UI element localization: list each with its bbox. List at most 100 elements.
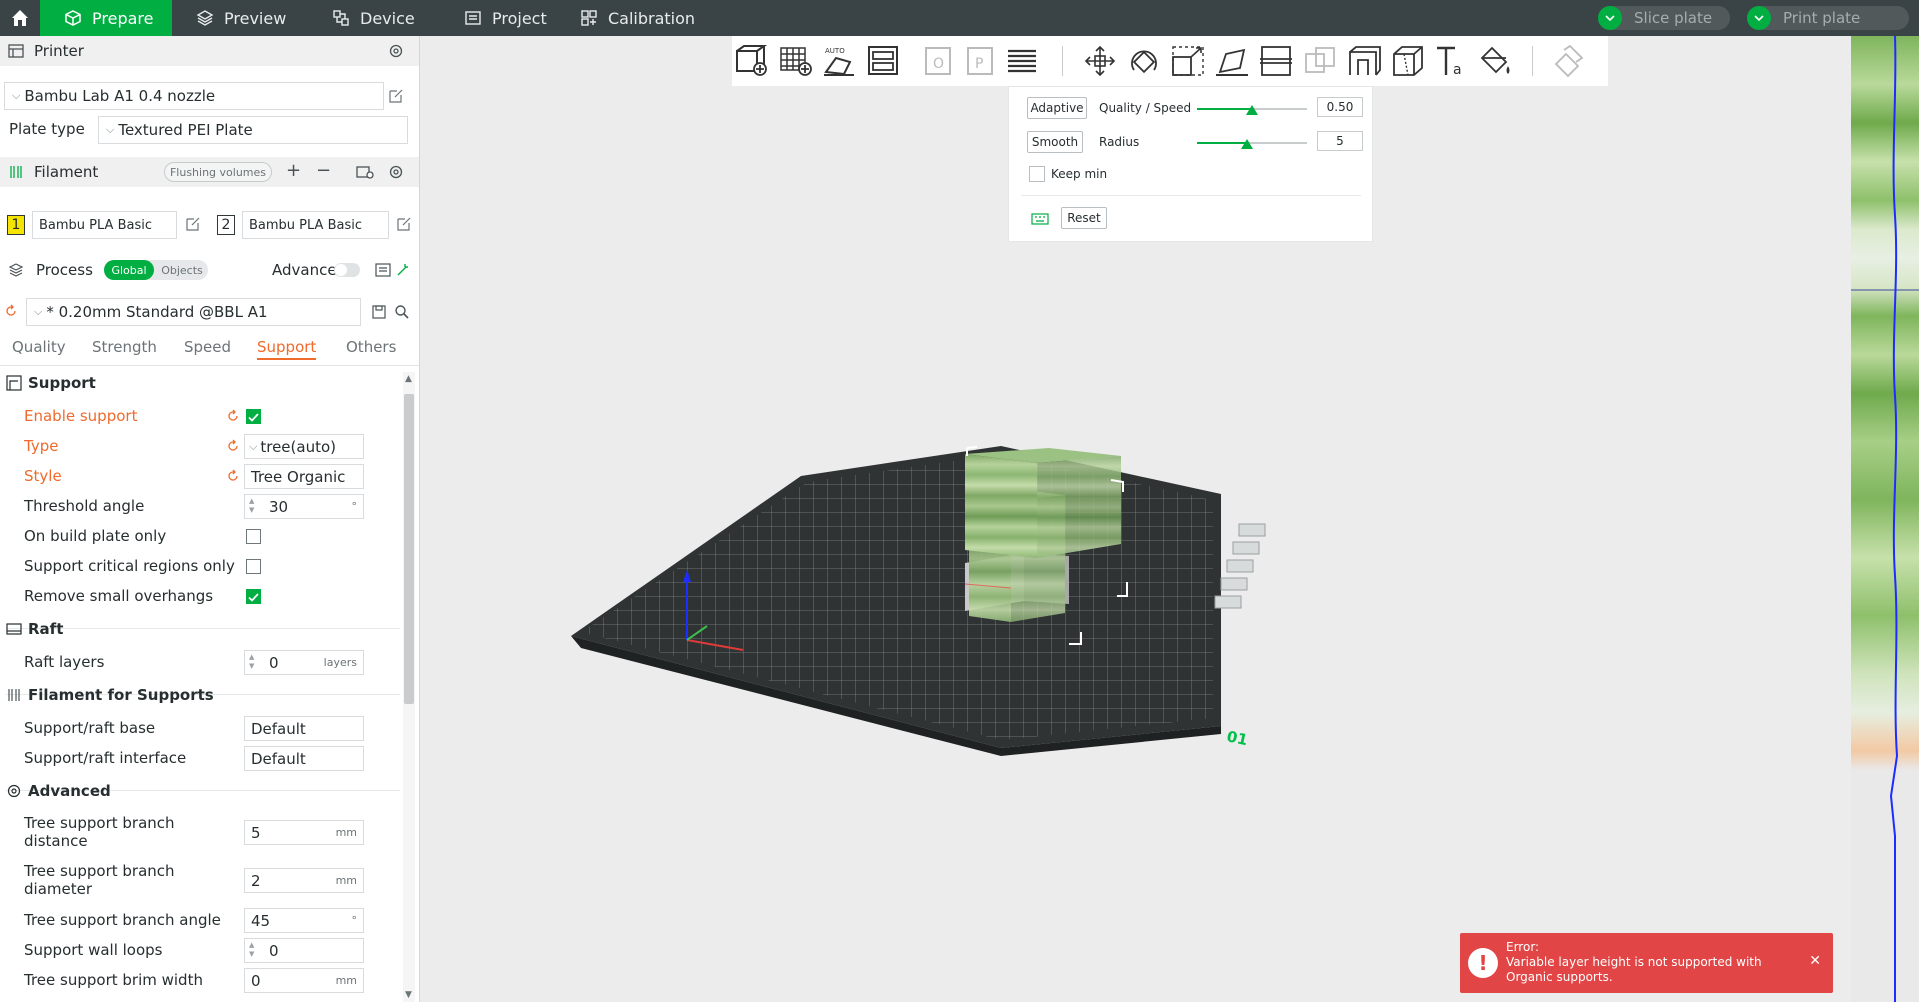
spinner-icon[interactable]: ▲ ▼ xyxy=(249,653,254,671)
support-style-select[interactable]: Tree Organic xyxy=(244,464,364,489)
lay-on-face-icon[interactable] xyxy=(1214,44,1250,78)
reset-icon[interactable] xyxy=(4,304,18,318)
cut-icon[interactable] xyxy=(1258,44,1294,78)
tab-device[interactable]: Device xyxy=(308,0,440,36)
save-icon[interactable] xyxy=(372,305,386,319)
plate-side-icons[interactable] xyxy=(1214,523,1266,609)
spinner-icon[interactable]: ▲ ▼ xyxy=(249,941,254,959)
chevron-down-icon[interactable] xyxy=(1598,6,1622,30)
tab-preview[interactable]: Preview xyxy=(172,0,304,36)
critical-regions-checkbox[interactable] xyxy=(246,559,261,574)
slider-knob[interactable] xyxy=(1241,139,1253,149)
filament-icon xyxy=(10,166,22,178)
tab-others[interactable]: Others xyxy=(346,338,396,356)
reset-icon[interactable] xyxy=(226,409,240,423)
support-wall-loops-input[interactable]: ▲ ▼ 0 xyxy=(244,938,364,963)
gear-icon[interactable] xyxy=(388,164,404,180)
remove-small-overhangs-checkbox[interactable] xyxy=(246,589,261,604)
filament-2-name: Bambu PLA Basic xyxy=(249,217,362,233)
variable-layer-height-icon[interactable] xyxy=(1004,44,1040,78)
slider-knob[interactable] xyxy=(1246,105,1258,115)
print-plate-button[interactable]: Print plate xyxy=(1747,6,1909,30)
filament-section-header: Filament Flushing volumes + − xyxy=(0,157,419,187)
gear-icon[interactable] xyxy=(388,43,404,59)
search-icon[interactable] xyxy=(394,304,410,320)
smooth-button[interactable]: Smooth xyxy=(1027,131,1083,153)
threshold-angle-label: Threshold angle xyxy=(24,497,145,515)
layer-height-profile[interactable] xyxy=(1851,36,1919,1002)
scroll-down-icon[interactable]: ▼ xyxy=(405,990,412,1000)
tab-support[interactable]: Support xyxy=(257,338,317,360)
reset-icon[interactable] xyxy=(226,439,240,453)
tab-speed[interactable]: Speed xyxy=(184,338,231,356)
edit-icon[interactable] xyxy=(396,216,412,232)
tab-strength[interactable]: Strength xyxy=(92,338,157,356)
flushing-volumes-button[interactable]: Flushing volumes xyxy=(164,162,272,182)
enable-support-checkbox[interactable] xyxy=(246,409,261,424)
filament-2-select[interactable]: Bambu PLA Basic xyxy=(242,211,389,239)
keep-min-checkbox[interactable] xyxy=(1029,166,1045,182)
reset-button[interactable]: Reset xyxy=(1061,207,1107,229)
slice-plate-button[interactable]: Slice plate xyxy=(1598,6,1730,30)
raft-layers-input[interactable]: ▲ ▼ 0 layers xyxy=(244,650,364,675)
quality-speed-slider[interactable] xyxy=(1197,105,1307,115)
global-objects-toggle[interactable]: Global Objects xyxy=(104,260,208,280)
layers-icon xyxy=(196,10,214,26)
auto-orient-icon[interactable]: AUTO xyxy=(822,44,858,78)
compare-icon[interactable] xyxy=(375,263,391,277)
edit-icon[interactable] xyxy=(185,216,201,232)
keyboard-icon[interactable] xyxy=(1031,213,1049,225)
branch-angle-input[interactable]: 45 ° xyxy=(244,908,364,933)
radius-slider[interactable] xyxy=(1197,139,1307,149)
support-raft-interface-select[interactable]: Default xyxy=(244,746,364,771)
home-button[interactable] xyxy=(0,0,40,36)
arrange-icon[interactable] xyxy=(866,44,902,78)
toggle-objects[interactable]: Objects xyxy=(156,260,208,280)
tab-prepare[interactable]: Prepare xyxy=(40,0,172,36)
seam-painting-icon[interactable] xyxy=(1390,44,1426,78)
edit-icon[interactable] xyxy=(388,88,404,104)
scroll-up-icon[interactable]: ▲ xyxy=(405,374,412,384)
scrollbar-thumb[interactable] xyxy=(404,394,414,704)
printer-select[interactable]: ⌵ Bambu Lab A1 0.4 nozzle xyxy=(4,82,384,110)
rotate-icon[interactable] xyxy=(1126,44,1162,78)
scale-icon[interactable] xyxy=(1170,44,1206,78)
brim-width-input[interactable]: 0 mm xyxy=(244,968,364,993)
color-painting-icon[interactable] xyxy=(1478,44,1514,78)
settings-scrollbar[interactable]: ▲ ▼ xyxy=(403,372,415,1002)
tab-calibration[interactable]: Calibration xyxy=(556,0,716,36)
advance-switch[interactable] xyxy=(334,263,360,277)
tab-project[interactable]: Project xyxy=(440,0,570,36)
spinner-icon[interactable]: ▲ ▼ xyxy=(249,497,254,515)
radius-input[interactable]: 5 xyxy=(1317,131,1363,151)
chevron-down-icon[interactable] xyxy=(1747,6,1771,30)
adaptive-button[interactable]: Adaptive xyxy=(1027,97,1087,119)
remove-icon[interactable]: − xyxy=(316,160,331,181)
branch-diameter-input[interactable]: 2 mm xyxy=(244,868,364,893)
add-object-icon[interactable] xyxy=(734,44,770,78)
reset-icon[interactable] xyxy=(226,469,240,483)
text-tool-icon[interactable]: a xyxy=(1434,44,1470,78)
filament-for-supports-title: Filament for Supports xyxy=(6,684,214,706)
build-plate-only-checkbox[interactable] xyxy=(246,529,261,544)
chevron-down-icon: ⌵ xyxy=(249,439,258,453)
add-plate-icon[interactable] xyxy=(778,44,814,78)
close-icon[interactable]: ✕ xyxy=(1809,953,1821,969)
wand-icon[interactable] xyxy=(396,263,410,277)
divider xyxy=(6,628,400,629)
process-preset-select[interactable]: ⌵ * 0.20mm Standard @BBL A1 xyxy=(26,298,361,326)
add-icon[interactable]: + xyxy=(286,160,301,181)
sync-icon[interactable] xyxy=(356,164,374,180)
toggle-global[interactable]: Global xyxy=(104,260,154,280)
support-raft-base-select[interactable]: Default xyxy=(244,716,364,741)
quality-speed-input[interactable]: 0.50 xyxy=(1317,97,1363,117)
filament-1-select[interactable]: Bambu PLA Basic xyxy=(32,211,177,239)
tab-quality[interactable]: Quality xyxy=(12,338,66,356)
support-painting-icon[interactable] xyxy=(1346,44,1382,78)
threshold-angle-input[interactable]: ▲ ▼ 30 ° xyxy=(244,494,364,519)
move-icon[interactable] xyxy=(1082,44,1118,78)
plate-type-select[interactable]: ⌵ Textured PEI Plate xyxy=(98,116,408,144)
radius-label: Radius xyxy=(1099,135,1140,149)
branch-distance-input[interactable]: 5 mm xyxy=(244,820,364,845)
support-type-select[interactable]: ⌵ tree(auto) xyxy=(244,434,364,459)
